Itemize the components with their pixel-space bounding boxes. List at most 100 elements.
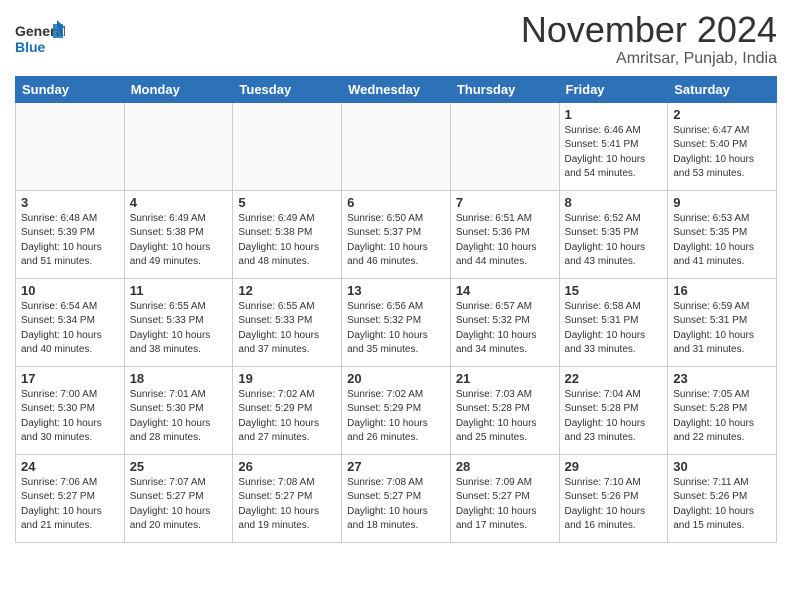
calendar-cell: [124, 102, 233, 190]
day-number: 23: [673, 371, 771, 386]
calendar-week-row: 24 Sunrise: 7:06 AMSunset: 5:27 PMDayligh…: [16, 454, 777, 542]
day-number: 7: [456, 195, 554, 210]
day-info: Sunrise: 7:01 AMSunset: 5:30 PMDaylight:…: [130, 388, 228, 446]
calendar-cell: 2 Sunrise: 6:47 AMSunset: 5:40 PMDaylight…: [668, 102, 777, 190]
calendar-cell: 11 Sunrise: 6:55 AMSunset: 5:33 PMDayligh…: [124, 278, 233, 366]
svg-text:Blue: Blue: [15, 39, 46, 55]
calendar-cell: 29 Sunrise: 7:10 AMSunset: 5:26 PMDayligh…: [559, 454, 668, 542]
day-number: 16: [673, 283, 771, 298]
day-info: Sunrise: 7:10 AMSunset: 5:26 PMDaylight:…: [565, 476, 663, 534]
day-info: Sunrise: 6:47 AMSunset: 5:40 PMDaylight:…: [673, 124, 771, 182]
day-info: Sunrise: 6:52 AMSunset: 5:35 PMDaylight:…: [565, 212, 663, 270]
calendar-cell: 23 Sunrise: 7:05 AMSunset: 5:28 PMDayligh…: [668, 366, 777, 454]
calendar-cell: 21 Sunrise: 7:03 AMSunset: 5:28 PMDayligh…: [450, 366, 559, 454]
day-number: 20: [347, 371, 445, 386]
day-info: Sunrise: 6:51 AMSunset: 5:36 PMDaylight:…: [456, 212, 554, 270]
day-number: 4: [130, 195, 228, 210]
day-number: 28: [456, 459, 554, 474]
weekday-header: Thursday: [450, 76, 559, 102]
day-info: Sunrise: 7:08 AMSunset: 5:27 PMDaylight:…: [347, 476, 445, 534]
day-info: Sunrise: 6:56 AMSunset: 5:32 PMDaylight:…: [347, 300, 445, 358]
day-number: 19: [238, 371, 336, 386]
day-info: Sunrise: 6:48 AMSunset: 5:39 PMDaylight:…: [21, 212, 119, 270]
calendar-cell: 13 Sunrise: 6:56 AMSunset: 5:32 PMDayligh…: [342, 278, 451, 366]
calendar-cell: 9 Sunrise: 6:53 AMSunset: 5:35 PMDaylight…: [668, 190, 777, 278]
calendar-cell: [16, 102, 125, 190]
day-number: 13: [347, 283, 445, 298]
day-number: 11: [130, 283, 228, 298]
day-number: 5: [238, 195, 336, 210]
day-info: Sunrise: 6:53 AMSunset: 5:35 PMDaylight:…: [673, 212, 771, 270]
day-number: 8: [565, 195, 663, 210]
calendar-cell: [233, 102, 342, 190]
day-info: Sunrise: 7:06 AMSunset: 5:27 PMDaylight:…: [21, 476, 119, 534]
calendar-week-row: 17 Sunrise: 7:00 AMSunset: 5:30 PMDayligh…: [16, 366, 777, 454]
day-number: 25: [130, 459, 228, 474]
day-number: 21: [456, 371, 554, 386]
calendar-cell: 30 Sunrise: 7:11 AMSunset: 5:26 PMDayligh…: [668, 454, 777, 542]
calendar-cell: 17 Sunrise: 7:00 AMSunset: 5:30 PMDayligh…: [16, 366, 125, 454]
logo: General Blue: [15, 18, 65, 60]
calendar-table: SundayMondayTuesdayWednesdayThursdayFrid…: [15, 76, 777, 543]
calendar-cell: 26 Sunrise: 7:08 AMSunset: 5:27 PMDayligh…: [233, 454, 342, 542]
day-number: 18: [130, 371, 228, 386]
day-number: 9: [673, 195, 771, 210]
page: General Blue November 2024 Amritsar, Pun…: [0, 0, 792, 558]
calendar-cell: 19 Sunrise: 7:02 AMSunset: 5:29 PMDayligh…: [233, 366, 342, 454]
day-number: 14: [456, 283, 554, 298]
day-info: Sunrise: 7:11 AMSunset: 5:26 PMDaylight:…: [673, 476, 771, 534]
weekday-header: Sunday: [16, 76, 125, 102]
calendar-cell: 28 Sunrise: 7:09 AMSunset: 5:27 PMDayligh…: [450, 454, 559, 542]
day-number: 26: [238, 459, 336, 474]
calendar-cell: 6Sunrise: 6:50 AMSunset: 5:37 PMDaylight…: [342, 190, 451, 278]
day-number: 1: [565, 107, 663, 122]
day-info: Sunrise: 6:55 AMSunset: 5:33 PMDaylight:…: [238, 300, 336, 358]
day-info: Sunrise: 7:08 AMSunset: 5:27 PMDaylight:…: [238, 476, 336, 534]
calendar-cell: 20 Sunrise: 7:02 AMSunset: 5:29 PMDayligh…: [342, 366, 451, 454]
day-number: 17: [21, 371, 119, 386]
day-number: 10: [21, 283, 119, 298]
day-info: Sunrise: 7:07 AMSunset: 5:27 PMDaylight:…: [130, 476, 228, 534]
day-number: 27: [347, 459, 445, 474]
day-info: Sunrise: 7:03 AMSunset: 5:28 PMDaylight:…: [456, 388, 554, 446]
calendar-cell: 4Sunrise: 6:49 AMSunset: 5:38 PMDaylight…: [124, 190, 233, 278]
day-info: Sunrise: 7:09 AMSunset: 5:27 PMDaylight:…: [456, 476, 554, 534]
day-info: Sunrise: 6:58 AMSunset: 5:31 PMDaylight:…: [565, 300, 663, 358]
calendar-cell: 5 Sunrise: 6:49 AMSunset: 5:38 PMDaylight…: [233, 190, 342, 278]
day-number: 24: [21, 459, 119, 474]
weekday-header: Friday: [559, 76, 668, 102]
day-number: 30: [673, 459, 771, 474]
day-info: Sunrise: 7:02 AMSunset: 5:29 PMDaylight:…: [238, 388, 336, 446]
header: General Blue November 2024 Amritsar, Pun…: [15, 10, 777, 68]
day-number: 22: [565, 371, 663, 386]
calendar-week-row: 10Sunrise: 6:54 AMSunset: 5:34 PMDayligh…: [16, 278, 777, 366]
day-number: 3: [21, 195, 119, 210]
weekday-header: Wednesday: [342, 76, 451, 102]
day-info: Sunrise: 6:46 AMSunset: 5:41 PMDaylight:…: [565, 124, 663, 182]
calendar-week-row: 3 Sunrise: 6:48 AMSunset: 5:39 PMDaylight…: [16, 190, 777, 278]
day-number: 29: [565, 459, 663, 474]
calendar-cell: 24 Sunrise: 7:06 AMSunset: 5:27 PMDayligh…: [16, 454, 125, 542]
day-info: Sunrise: 6:55 AMSunset: 5:33 PMDaylight:…: [130, 300, 228, 358]
calendar-cell: 3 Sunrise: 6:48 AMSunset: 5:39 PMDaylight…: [16, 190, 125, 278]
day-info: Sunrise: 6:59 AMSunset: 5:31 PMDaylight:…: [673, 300, 771, 358]
calendar-cell: 15 Sunrise: 6:58 AMSunset: 5:31 PMDayligh…: [559, 278, 668, 366]
day-number: 6: [347, 195, 445, 210]
day-number: 2: [673, 107, 771, 122]
logo-icon: General Blue: [15, 18, 65, 60]
day-info: Sunrise: 7:05 AMSunset: 5:28 PMDaylight:…: [673, 388, 771, 446]
day-info: Sunrise: 7:00 AMSunset: 5:30 PMDaylight:…: [21, 388, 119, 446]
calendar-header-row: SundayMondayTuesdayWednesdayThursdayFrid…: [16, 76, 777, 102]
calendar-cell: 8 Sunrise: 6:52 AMSunset: 5:35 PMDaylight…: [559, 190, 668, 278]
day-number: 15: [565, 283, 663, 298]
day-number: 12: [238, 283, 336, 298]
weekday-header: Saturday: [668, 76, 777, 102]
calendar-cell: 16 Sunrise: 6:59 AMSunset: 5:31 PMDayligh…: [668, 278, 777, 366]
day-info: Sunrise: 7:02 AMSunset: 5:29 PMDaylight:…: [347, 388, 445, 446]
calendar-cell: 1 Sunrise: 6:46 AMSunset: 5:41 PMDaylight…: [559, 102, 668, 190]
day-info: Sunrise: 6:49 AMSunset: 5:38 PMDaylight:…: [238, 212, 336, 270]
weekday-header: Monday: [124, 76, 233, 102]
calendar-week-row: 1 Sunrise: 6:46 AMSunset: 5:41 PMDaylight…: [16, 102, 777, 190]
day-info: Sunrise: 6:57 AMSunset: 5:32 PMDaylight:…: [456, 300, 554, 358]
calendar-cell: 27 Sunrise: 7:08 AMSunset: 5:27 PMDayligh…: [342, 454, 451, 542]
